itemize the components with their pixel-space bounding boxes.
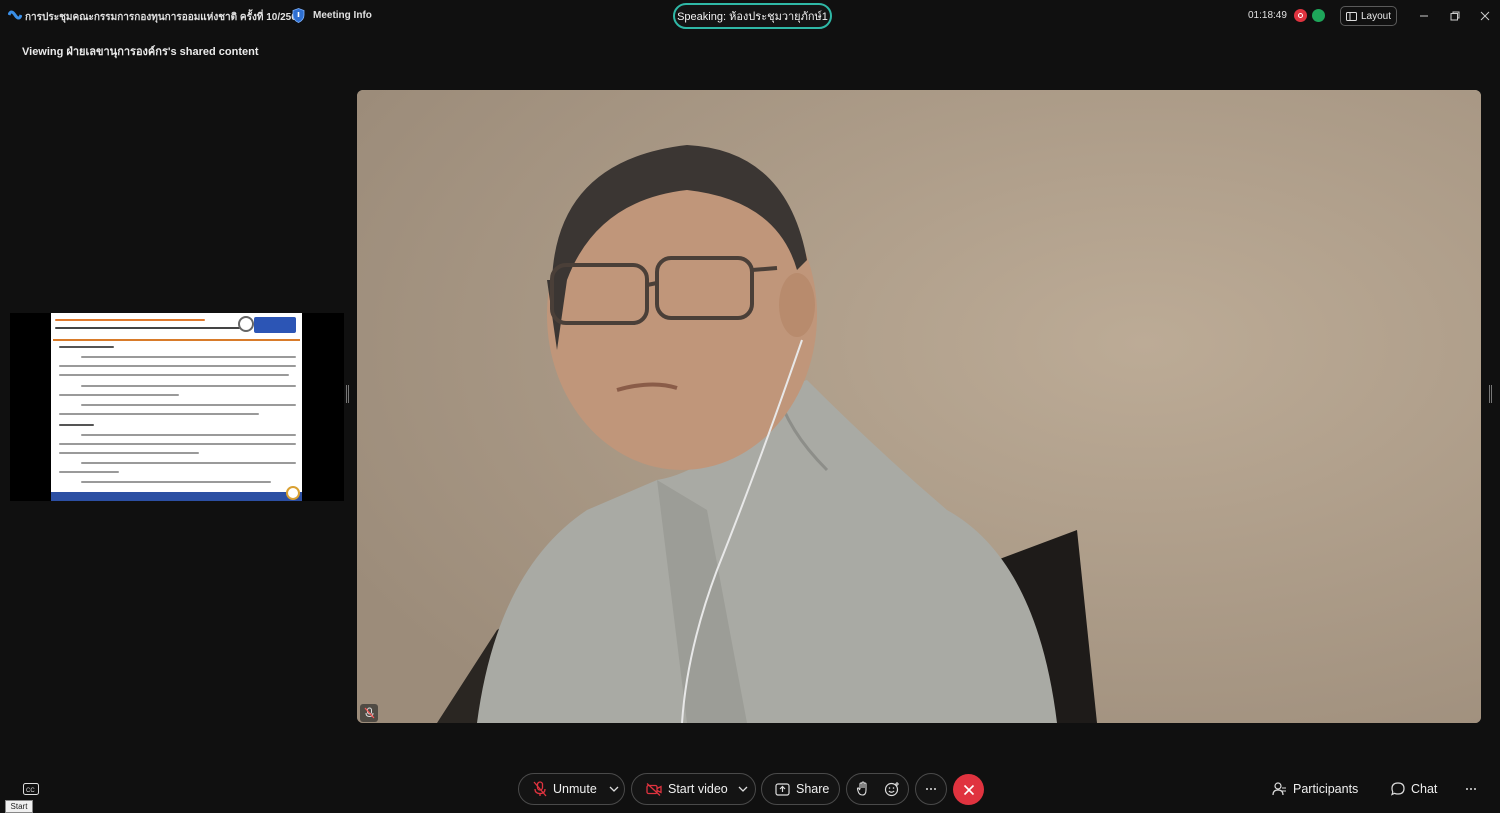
- start-video-label: Start video: [668, 782, 728, 796]
- resize-handle-right[interactable]: [1489, 385, 1492, 403]
- meeting-timer: 01:18:49: [1248, 10, 1287, 21]
- record-icon[interactable]: [1294, 9, 1307, 22]
- seal-logo-icon: [238, 316, 254, 332]
- mic-muted-icon: [533, 781, 547, 797]
- raise-hand-icon[interactable]: [856, 781, 870, 797]
- chat-label: Chat: [1411, 782, 1438, 796]
- share-button[interactable]: Share: [761, 773, 840, 805]
- slide-page-indicator: [286, 486, 300, 500]
- shield-icon[interactable]: [292, 8, 305, 23]
- participants-label: Participants: [1293, 782, 1359, 796]
- meeting-title: การประชุมคณะกรรมการกองทุนการออมแห่งชาติ …: [25, 12, 303, 23]
- unmute-button[interactable]: Unmute: [518, 773, 625, 805]
- shared-content-thumbnail[interactable]: [10, 313, 344, 501]
- chat-icon: [1391, 782, 1405, 796]
- close-icon[interactable]: [1475, 6, 1495, 26]
- more-icon[interactable]: [915, 773, 947, 805]
- resize-handle-left[interactable]: [346, 385, 349, 403]
- video-mic-muted-icon: [360, 704, 378, 722]
- start-button[interactable]: Start: [5, 800, 33, 813]
- speaker-video: [357, 90, 1481, 723]
- share-icon: [775, 782, 790, 796]
- svg-text:CC: CC: [26, 788, 35, 794]
- restore-icon[interactable]: [1445, 6, 1465, 26]
- speaker-figure: [357, 90, 1481, 723]
- app-logo-icon: [8, 10, 22, 20]
- signal-icon[interactable]: [1312, 9, 1325, 22]
- start-video-button[interactable]: Start video: [631, 773, 756, 805]
- title-bar: การประชุมคณะกรรมการกองทุนการออมแห่งชาติ …: [0, 0, 1500, 32]
- minimize-icon[interactable]: [1414, 6, 1434, 26]
- speaking-label: Speaking: ห้องประชุมวายุภักษ์1: [677, 11, 828, 23]
- participants-button[interactable]: Participants: [1272, 782, 1358, 796]
- reactions-group: [846, 773, 909, 805]
- chevron-down-icon[interactable]: [609, 786, 619, 792]
- nsf-logo-icon: [254, 317, 296, 333]
- participants-icon: [1272, 782, 1286, 796]
- chevron-down-icon[interactable]: [738, 786, 748, 792]
- meeting-info-button[interactable]: Meeting Info: [313, 10, 372, 21]
- shared-slide: [51, 313, 302, 501]
- chat-button[interactable]: Chat: [1391, 782, 1437, 796]
- end-call-icon[interactable]: [953, 774, 984, 805]
- more-options-icon[interactable]: [1465, 787, 1477, 791]
- speaking-indicator: Speaking: ห้องประชุมวายุภักษ์1: [673, 3, 832, 29]
- share-label: Share: [796, 782, 830, 796]
- viewing-shared-content-label: Viewing ฝ่ายเลขานุการองค์กร's shared con…: [22, 46, 259, 58]
- layout-label: Layout: [1360, 10, 1392, 22]
- layout-button[interactable]: Layout: [1340, 6, 1397, 26]
- captions-icon[interactable]: CC: [22, 782, 40, 796]
- video-off-icon: [646, 782, 662, 796]
- layout-icon: [1345, 11, 1357, 21]
- reaction-icon[interactable]: [884, 781, 900, 797]
- unmute-label: Unmute: [553, 782, 597, 796]
